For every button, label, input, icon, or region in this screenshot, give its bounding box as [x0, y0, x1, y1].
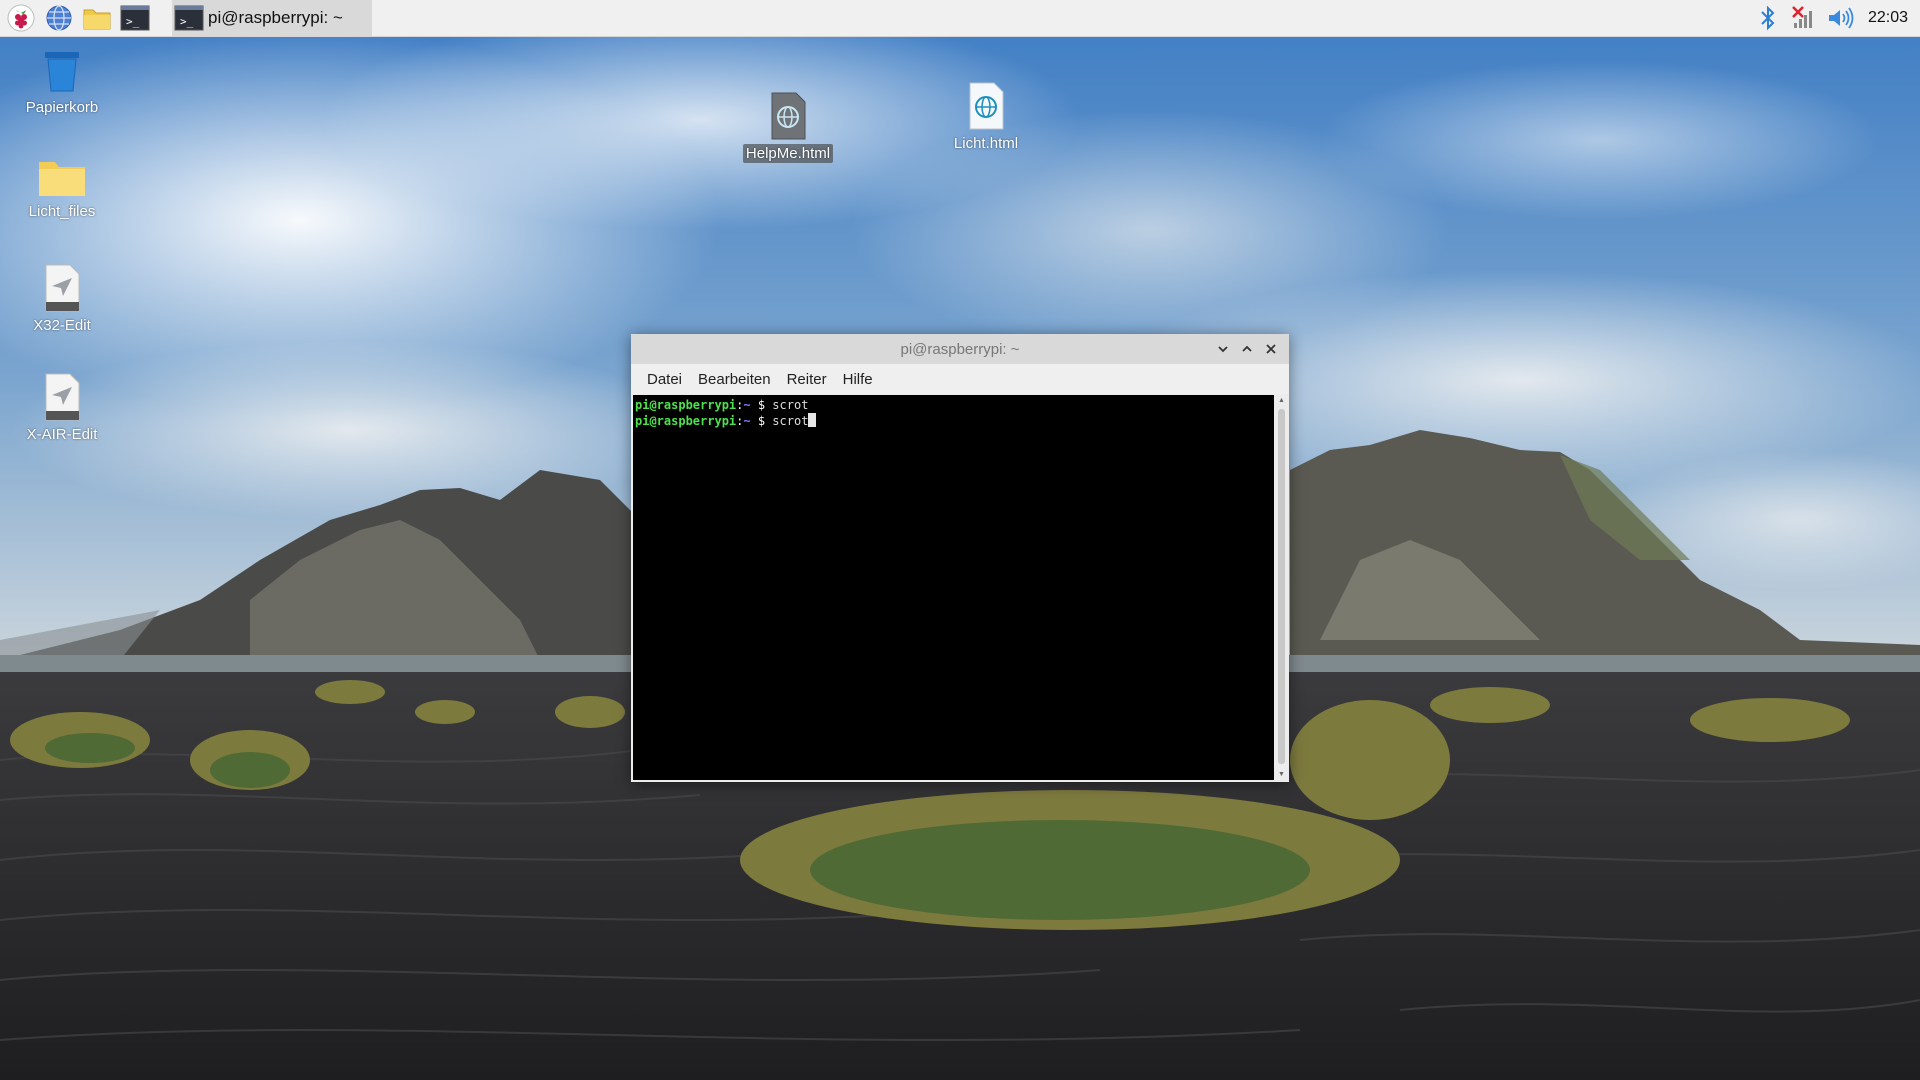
desktop-icon-label: Papierkorb — [25, 99, 99, 116]
terminal-launcher-button[interactable]: >_ — [118, 1, 152, 35]
svg-text:>_: >_ — [126, 15, 140, 28]
terminal-window: pi@raspberrypi: ~ Datei Bearbeiten Reite… — [631, 334, 1289, 782]
chevron-down-icon — [1218, 346, 1228, 353]
desktop-icon-label: Licht.html — [953, 135, 1019, 152]
prompt-dollar: $ — [750, 398, 766, 412]
maximize-button[interactable] — [1235, 337, 1259, 361]
desktop-icon-helpme-html[interactable]: HelpMe.html — [733, 92, 843, 163]
window-title: pi@raspberrypi: ~ — [900, 340, 1020, 358]
network-disconnected-icon — [1792, 6, 1812, 28]
menu-bearbeiten[interactable]: Bearbeiten — [690, 371, 779, 388]
network-button[interactable] — [1786, 0, 1822, 36]
file-manager-button[interactable] — [80, 1, 114, 35]
scroll-up-arrow-icon[interactable]: ▲ — [1277, 396, 1286, 405]
window-titlebar[interactable]: pi@raspberrypi: ~ — [631, 334, 1289, 364]
menu-reiter[interactable]: Reiter — [779, 371, 835, 388]
prompt-path: ~ — [743, 414, 751, 428]
prompt-dollar: $ — [750, 414, 766, 428]
command-text: scrot — [765, 414, 809, 428]
close-icon — [1266, 344, 1276, 354]
taskbar-task-label: pi@raspberrypi: ~ — [208, 8, 343, 27]
scroll-down-arrow-icon[interactable]: ▼ — [1277, 770, 1286, 779]
volume-icon — [1828, 7, 1854, 29]
prompt-path: ~ — [743, 398, 751, 412]
desktop-icon-licht-html[interactable]: Licht.html — [931, 82, 1041, 153]
command-text: scrot — [765, 398, 809, 412]
terminal-icon: >_ — [120, 5, 150, 31]
web-browser-button[interactable] — [42, 1, 76, 35]
terminal-line: pi@raspberrypi:~ $ scrot — [635, 397, 1272, 413]
desktop-icon-licht-files[interactable]: Licht_files — [7, 156, 117, 221]
file-manager-icon — [83, 9, 111, 30]
terminal-icon: >_ — [174, 5, 204, 31]
html-file-icon — [771, 92, 806, 140]
menu-datei[interactable]: Datei — [639, 371, 690, 388]
close-button[interactable] — [1259, 337, 1283, 361]
scrollbar-thumb[interactable] — [1278, 409, 1285, 764]
desktop-icon-x-air-edit[interactable]: X-AIR-Edit — [7, 373, 117, 444]
menu-hilfe[interactable]: Hilfe — [835, 371, 881, 388]
chevron-up-icon — [1242, 345, 1252, 352]
taskbar-task-terminal[interactable]: >_ pi@raspberrypi: ~ — [172, 0, 372, 36]
svg-text:>_: >_ — [180, 15, 194, 28]
app-icon — [45, 373, 80, 421]
desktop-icon-label: X-AIR-Edit — [26, 426, 98, 443]
desktop-icon-label: X32-Edit — [33, 317, 91, 334]
html-file-icon — [969, 82, 1004, 130]
terminal-menubar: Datei Bearbeiten Reiter Hilfe — [631, 364, 1289, 394]
raspberry-menu-button[interactable] — [4, 1, 38, 35]
system-tray: 22:03 — [1750, 0, 1920, 36]
trash-icon — [45, 52, 79, 92]
bluetooth-button[interactable] — [1750, 0, 1786, 36]
minimize-button[interactable] — [1211, 337, 1235, 361]
terminal-scrollbar[interactable]: ▲ ▼ — [1276, 395, 1287, 780]
bluetooth-icon — [1761, 5, 1775, 31]
prompt-user: pi@raspberrypi — [635, 414, 737, 428]
desktop-icon-label: Licht_files — [28, 203, 96, 220]
text-cursor — [808, 413, 817, 427]
taskbar-clock[interactable]: 22:03 — [1868, 9, 1908, 27]
terminal-line: pi@raspberrypi:~ $ scrot — [635, 413, 1272, 429]
folder-icon — [39, 162, 85, 196]
window-controls — [1211, 334, 1283, 364]
web-browser-icon — [46, 5, 72, 31]
desktop-icon-label: HelpMe.html — [742, 144, 834, 163]
app-icon — [45, 264, 80, 312]
desktop-icon-trash[interactable]: Papierkorb — [7, 48, 117, 117]
prompt-user: pi@raspberrypi — [635, 398, 737, 412]
volume-button[interactable] — [1822, 0, 1858, 36]
terminal-output[interactable]: pi@raspberrypi:~ $ scrot pi@raspberrypi:… — [633, 395, 1274, 780]
desktop-icon-x32-edit[interactable]: X32-Edit — [7, 264, 117, 335]
raspberry-menu-icon — [7, 4, 35, 32]
taskbar: >_ >_ pi@raspberrypi: ~ 22:03 — [0, 0, 1920, 37]
